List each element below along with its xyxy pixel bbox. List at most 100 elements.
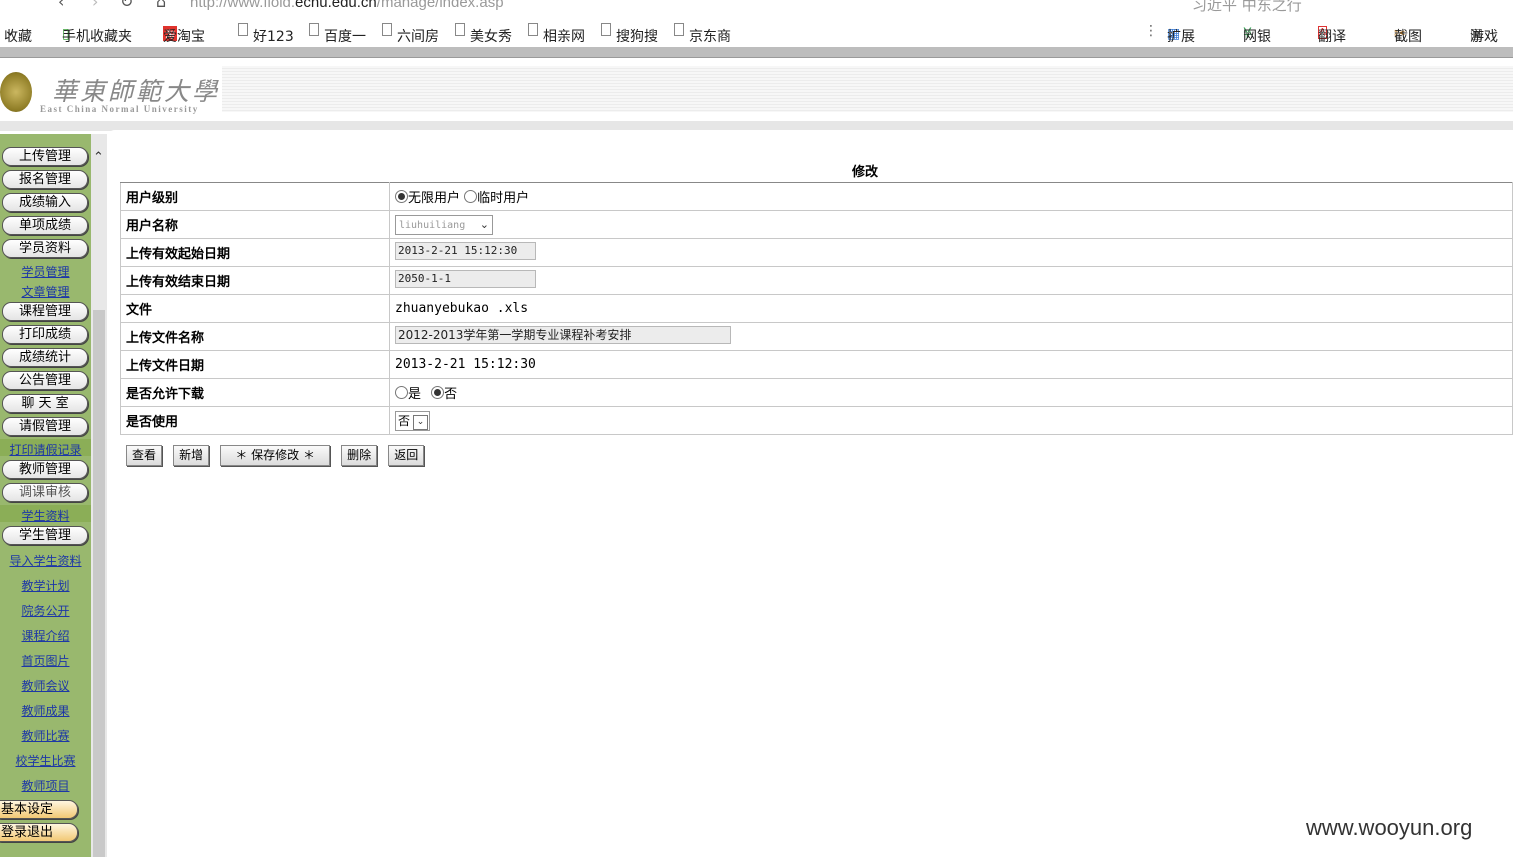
- add-button[interactable]: 新增: [173, 445, 210, 466]
- user-level-label: 用户级别: [120, 182, 390, 211]
- back-button[interactable]: 返回: [388, 445, 425, 466]
- in-use-select[interactable]: 否 ⌄: [395, 410, 431, 431]
- url-prefix: http://www.fiold.: [190, 0, 296, 11]
- search-hint[interactable]: 习近平 中东之行: [1192, 0, 1302, 14]
- start-date-field: 2013-2-21 15:12:30: [389, 238, 1513, 267]
- end-date-input[interactable]: 2050-1-1: [395, 269, 536, 288]
- favorite-hao123[interactable]: 好123: [238, 23, 294, 45]
- upload-date-label: 上传文件日期: [120, 350, 390, 379]
- chevron-down-icon: ⌄: [413, 414, 429, 430]
- favorite-label: 京东商: [689, 29, 731, 45]
- sidebar-upload-manage[interactable]: 上传管理: [2, 147, 88, 166]
- sidebar-score-stats[interactable]: 成绩统计: [2, 348, 88, 367]
- form-row-start-date: 上传有效起始日期 2013-2-21 15:12:30: [120, 238, 1513, 267]
- favorite-xiangqin[interactable]: 相亲网: [528, 23, 585, 45]
- start-date-input[interactable]: 2013-2-21 15:12:30: [395, 241, 536, 260]
- radio-download-yes[interactable]: [395, 386, 408, 399]
- upload-name-input[interactable]: 2012-2013学年第一学期专业课程补考安排: [395, 325, 731, 344]
- allow-download-field: 是 否: [389, 378, 1513, 407]
- sidebar-leave-manage[interactable]: 请假管理: [2, 417, 88, 436]
- sidebar-signup-manage[interactable]: 报名管理: [2, 170, 88, 189]
- favorite-6room[interactable]: 六间房: [382, 23, 439, 45]
- sidebar-score-input[interactable]: 成绩输入: [2, 193, 88, 212]
- favorite-label: 相亲网: [543, 29, 585, 45]
- university-seal-icon: [0, 72, 32, 112]
- save-button[interactable]: ＊ 保存修改 ＊: [220, 445, 330, 466]
- radio-unlimited-user[interactable]: [395, 190, 408, 203]
- sidebar-course-manage[interactable]: 课程管理: [2, 302, 88, 321]
- form-row-allow-download: 是否允许下载 是 否: [120, 378, 1513, 407]
- favorite-label: 美女秀: [470, 29, 512, 45]
- refresh-icon[interactable]: ↻: [120, 0, 133, 11]
- sidebar-link-print-leave[interactable]: 打印请假记录: [0, 441, 91, 458]
- sidebar-link-teacher-meeting[interactable]: 教师会议: [0, 677, 91, 694]
- upload-name-field: 2012-2013学年第一学期专业课程补考安排: [389, 322, 1513, 351]
- sidebar-teacher-manage[interactable]: 教师管理: [2, 460, 88, 479]
- sidebar-link-affairs-public[interactable]: 院务公开: [0, 602, 91, 619]
- sidebar-link-student-manage[interactable]: 学员管理: [0, 263, 91, 280]
- sidebar-student-info[interactable]: 学员资料: [2, 239, 88, 258]
- sidebar-scrollbar[interactable]: ⌃: [91, 134, 107, 857]
- sidebar-link-teacher-project[interactable]: 教师项目: [0, 777, 91, 794]
- sidebar-chat-room[interactable]: 聊 天 室: [2, 394, 88, 413]
- in-use-label: 是否使用: [120, 406, 390, 435]
- sidebar-link-student-contest[interactable]: 校学生比赛: [0, 752, 91, 769]
- edit-form-table: 用户级别 无限用户 临时用户 用户名称 liuhuiliang ⌄ 上传有效起始日…: [120, 182, 1513, 435]
- url-field[interactable]: http://www.fiold.ecnu.edu.cn/manage/inde…: [190, 0, 504, 11]
- sidebar-single-score[interactable]: 单项成绩: [2, 216, 88, 235]
- username-field: liuhuiliang ⌄: [389, 210, 1513, 239]
- favorite-label: 爱淘宝: [163, 29, 205, 45]
- sidebar-notice-manage[interactable]: 公告管理: [2, 371, 88, 390]
- sidebar-link-home-images[interactable]: 首页图片: [0, 652, 91, 669]
- end-date-label: 上传有效结束日期: [120, 266, 390, 295]
- sidebar-link-teacher-contest[interactable]: 教师比赛: [0, 727, 91, 744]
- username-select[interactable]: liuhuiliang ⌄: [395, 214, 493, 235]
- form-row-in-use: 是否使用 否 ⌄: [120, 406, 1513, 435]
- favorite-baidu[interactable]: 百度一: [309, 23, 366, 45]
- in-use-value: 否: [398, 413, 411, 428]
- sidebar-link-teaching-plan[interactable]: 教学计划: [0, 577, 91, 594]
- form-row-user-level: 用户级别 无限用户 临时用户: [120, 182, 1513, 211]
- url-path: /manage/index.asp: [376, 0, 504, 11]
- page-icon: [309, 23, 319, 36]
- logo-english: East China Normal University: [40, 104, 199, 114]
- sidebar-link-student-data[interactable]: 学生资料: [0, 507, 91, 524]
- sidebar: 上传管理 报名管理 成绩输入 单项成绩 学员资料 学员管理 文章管理 课程管理 …: [0, 134, 91, 857]
- chevron-up-icon[interactable]: ⌃: [93, 150, 104, 165]
- favorite-jd[interactable]: 京东商: [674, 23, 731, 45]
- sidebar-link-article-manage[interactable]: 文章管理: [0, 283, 91, 300]
- allow-download-label: 是否允许下载: [120, 378, 390, 407]
- sidebar-logout[interactable]: 登录退出: [0, 823, 78, 842]
- username-label: 用户名称: [120, 210, 390, 239]
- favorite-label: 搜狗搜: [616, 29, 658, 45]
- username-value: liuhuiliang: [399, 219, 466, 231]
- favorite-sogou[interactable]: 搜狗搜: [601, 23, 658, 45]
- page-icon: [238, 23, 248, 36]
- view-button[interactable]: 查看: [126, 445, 163, 466]
- home-icon[interactable]: ⌂: [156, 0, 166, 11]
- sidebar-link-teacher-results[interactable]: 教师成果: [0, 702, 91, 719]
- form-row-file: 文件 zhuanyebukao .xls: [120, 294, 1513, 323]
- file-label: 文件: [120, 294, 390, 323]
- back-icon[interactable]: ‹: [58, 0, 64, 11]
- user-level-field: 无限用户 临时用户: [389, 182, 1513, 211]
- sidebar-class-review[interactable]: 调课审核: [2, 483, 88, 502]
- radio-temporary-user[interactable]: [464, 190, 478, 203]
- radio-unlimited-label: 无限用户: [408, 191, 461, 206]
- forward-icon[interactable]: ›: [92, 0, 98, 11]
- more-icon[interactable]: ⋮: [1144, 23, 1158, 39]
- favorite-meinv[interactable]: 美女秀: [455, 23, 512, 45]
- upload-name-label: 上传文件名称: [120, 322, 390, 351]
- delete-button[interactable]: 删除: [341, 445, 378, 466]
- form-row-upload-name: 上传文件名称 2012-2013学年第一学期专业课程补考安排: [120, 322, 1513, 351]
- site-header: 華東師範大學 East China Normal University: [0, 58, 1513, 130]
- sidebar-student-mgmt[interactable]: 学生管理: [2, 526, 88, 545]
- in-use-field: 否 ⌄: [389, 406, 1513, 435]
- sidebar-link-import-student[interactable]: 导入学生资料: [0, 552, 91, 569]
- sidebar-basic-settings[interactable]: 基本设定: [0, 800, 78, 819]
- scrollbar-thumb[interactable]: [93, 310, 105, 857]
- sidebar-link-course-intro[interactable]: 课程介绍: [0, 627, 91, 644]
- radio-download-no[interactable]: [431, 386, 445, 399]
- sidebar-print-score[interactable]: 打印成绩: [2, 325, 88, 344]
- favorites-menu[interactable]: 收藏 ⌄: [4, 23, 32, 45]
